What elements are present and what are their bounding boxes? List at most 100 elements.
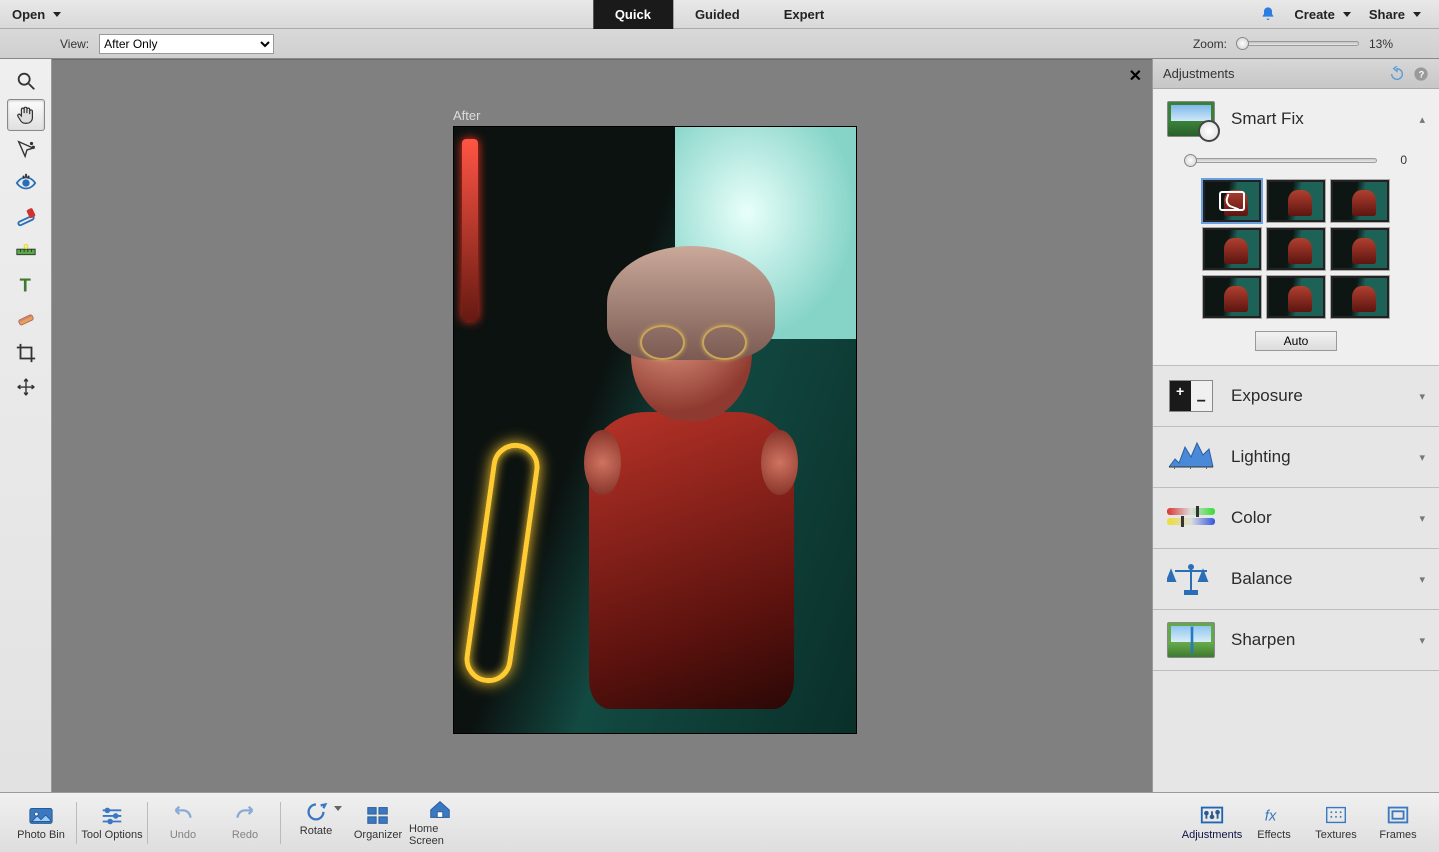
preset-2[interactable] xyxy=(1330,179,1390,223)
chevron-down-icon: ▾ xyxy=(1419,451,1425,464)
straighten-tool[interactable] xyxy=(7,235,45,267)
toolbox: T xyxy=(0,59,52,792)
preset-reset[interactable] xyxy=(1202,179,1262,223)
chevron-up-icon: ▴ xyxy=(1419,113,1425,126)
zoom-slider-thumb[interactable] xyxy=(1236,37,1249,50)
document-image[interactable] xyxy=(453,126,857,734)
preset-1[interactable] xyxy=(1266,179,1326,223)
whiten-teeth-tool[interactable] xyxy=(7,201,45,233)
share-menu[interactable]: Share xyxy=(1369,7,1421,22)
textures-tab-label: Textures xyxy=(1315,829,1357,841)
exposure-title: Exposure xyxy=(1231,386,1303,406)
canvas[interactable]: ✕ After xyxy=(52,59,1152,792)
chevron-down-icon: ▾ xyxy=(1419,634,1425,647)
frames-tab[interactable]: Frames xyxy=(1367,804,1429,841)
undo-button[interactable]: Undo xyxy=(152,804,214,841)
smartfix-slider[interactable] xyxy=(1185,158,1377,163)
chevron-down-icon: ▾ xyxy=(1419,573,1425,586)
section-lighting-header[interactable]: Lighting ▾ xyxy=(1153,427,1439,487)
tool-options-label: Tool Options xyxy=(81,829,142,841)
smartfix-presets xyxy=(1167,179,1425,319)
tab-guided-label: Guided xyxy=(695,7,740,22)
mode-tabs: Quick Guided Expert xyxy=(593,0,846,29)
chevron-down-icon xyxy=(334,806,342,811)
home-screen-button[interactable]: Home Screen xyxy=(409,798,471,847)
reset-icon[interactable] xyxy=(1389,66,1405,82)
open-menu[interactable]: Open xyxy=(0,7,73,22)
preset-4[interactable] xyxy=(1266,227,1326,271)
preset-8[interactable] xyxy=(1330,275,1390,319)
textures-tab[interactable]: Textures xyxy=(1305,804,1367,841)
color-title: Color xyxy=(1231,508,1272,528)
section-color-header[interactable]: Color ▾ xyxy=(1153,488,1439,548)
photo-bin-label: Photo Bin xyxy=(17,829,65,841)
quick-select-tool[interactable] xyxy=(7,133,45,165)
help-icon[interactable]: ? xyxy=(1413,66,1429,82)
preset-7[interactable] xyxy=(1266,275,1326,319)
effects-tab-label: Effects xyxy=(1257,829,1290,841)
main-area: T ✕ After Adjustments ? xyxy=(0,59,1439,792)
chevron-down-icon xyxy=(1343,12,1351,17)
tab-expert-label: Expert xyxy=(784,7,824,22)
lighting-title: Lighting xyxy=(1231,447,1291,467)
organizer-button[interactable]: Organizer xyxy=(347,804,409,841)
adjustments-tab[interactable]: Adjustments xyxy=(1181,804,1243,841)
tab-quick[interactable]: Quick xyxy=(593,0,673,29)
section-sharpen-header[interactable]: Sharpen ▾ xyxy=(1153,610,1439,670)
zoom-label: Zoom: xyxy=(1193,37,1227,51)
home-screen-label: Home Screen xyxy=(409,823,471,847)
preset-5[interactable] xyxy=(1330,227,1390,271)
redeye-tool[interactable] xyxy=(7,167,45,199)
adjustments-tab-label: Adjustments xyxy=(1182,829,1243,841)
zoom-slider[interactable] xyxy=(1237,41,1359,46)
exposure-icon xyxy=(1169,380,1213,412)
sharpen-icon xyxy=(1167,622,1215,658)
section-exposure: Exposure ▾ xyxy=(1153,366,1439,427)
section-lighting: Lighting ▾ xyxy=(1153,427,1439,488)
effects-tab[interactable]: fx Effects xyxy=(1243,804,1305,841)
redo-label: Redo xyxy=(232,829,258,841)
notification-bell-icon[interactable] xyxy=(1260,6,1276,22)
tab-guided[interactable]: Guided xyxy=(673,0,762,29)
create-menu[interactable]: Create xyxy=(1294,7,1350,22)
close-document-button[interactable]: ✕ xyxy=(1129,66,1142,86)
svg-text:fx: fx xyxy=(1265,809,1277,825)
hand-tool[interactable] xyxy=(7,99,45,131)
text-tool[interactable]: T xyxy=(7,269,45,301)
panel-title: Adjustments xyxy=(1163,66,1235,81)
share-label: Share xyxy=(1369,7,1405,22)
move-tool[interactable] xyxy=(7,371,45,403)
spot-heal-tool[interactable] xyxy=(7,303,45,335)
section-sharpen: Sharpen ▾ xyxy=(1153,610,1439,671)
rotate-label: Rotate xyxy=(300,825,332,837)
tab-expert[interactable]: Expert xyxy=(762,0,846,29)
view-select[interactable]: After Only xyxy=(99,34,274,54)
preset-3[interactable] xyxy=(1202,227,1262,271)
options-bar: View: After Only Zoom: 13% xyxy=(0,29,1439,59)
zoom-tool[interactable] xyxy=(7,65,45,97)
tab-quick-label: Quick xyxy=(615,7,651,22)
preset-6[interactable] xyxy=(1202,275,1262,319)
chevron-down-icon: ▾ xyxy=(1419,512,1425,525)
crop-tool[interactable] xyxy=(7,337,45,369)
smartfix-auto-button[interactable]: Auto xyxy=(1255,331,1337,351)
sharpen-title: Sharpen xyxy=(1231,630,1295,650)
chevron-down-icon xyxy=(1413,12,1421,17)
photo-bin-button[interactable]: Photo Bin xyxy=(10,804,72,841)
tool-options-button[interactable]: Tool Options xyxy=(81,804,143,841)
lighting-icon xyxy=(1167,439,1215,475)
section-balance-header[interactable]: Balance ▾ xyxy=(1153,549,1439,609)
top-menubar: Open Quick Guided Expert Create Share xyxy=(0,0,1439,29)
smartfix-slider-thumb[interactable] xyxy=(1184,154,1197,167)
adjustments-panel: Adjustments ? Smart Fix ▴ 0 xyxy=(1152,59,1439,792)
section-exposure-header[interactable]: Exposure ▾ xyxy=(1153,366,1439,426)
smartfix-icon xyxy=(1167,101,1215,137)
redo-button[interactable]: Redo xyxy=(214,804,276,841)
section-smartfix: Smart Fix ▴ 0 xyxy=(1153,89,1439,366)
section-smartfix-header[interactable]: Smart Fix ▴ xyxy=(1153,89,1439,149)
rotate-button[interactable]: Rotate xyxy=(285,800,347,845)
section-color: Color ▾ xyxy=(1153,488,1439,549)
create-label: Create xyxy=(1294,7,1334,22)
zoom-value: 13% xyxy=(1369,37,1393,51)
svg-text:T: T xyxy=(19,274,30,295)
